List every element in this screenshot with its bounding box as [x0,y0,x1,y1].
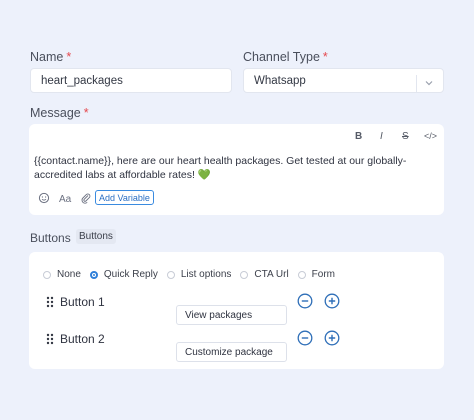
remove-button-icon[interactable] [297,293,313,309]
add-button-icon[interactable] [324,293,340,309]
select-divider [416,75,417,93]
radio-form[interactable]: Form [297,269,335,280]
name-input-value: heart_packages [41,74,123,87]
name-label: Name * [30,50,72,64]
channel-type-label: Channel Type * [243,50,328,64]
strikethrough-button[interactable]: S [402,131,409,142]
attachment-icon[interactable] [80,192,92,204]
radio-circle [297,270,306,279]
radio-list-options[interactable]: List options [166,269,231,280]
svg-text:Aa: Aa [59,194,72,204]
green-heart-emoji: 💚 [197,169,211,181]
add-button-icon[interactable] [324,330,340,346]
button-2-input[interactable]: Customize package [176,342,287,362]
bold-button[interactable]: B [355,131,362,142]
buttons-panel: None Quick Reply List options CTA Url Fo… [29,252,444,369]
message-editor[interactable]: B I S </> {{contact.name}}, here are our… [29,124,444,215]
add-variable-button[interactable]: Add Variable [95,190,154,205]
button-1-label: Button 1 [60,295,105,309]
radio-none[interactable]: None [43,269,81,280]
required-mark: * [322,50,328,64]
remove-button-icon[interactable] [297,330,313,346]
message-label: Message * [30,106,89,120]
required-mark: * [83,106,89,120]
buttons-label: Buttons [30,231,71,245]
radio-circle [166,270,175,279]
required-mark: * [66,50,72,64]
radio-quick-reply[interactable]: Quick Reply [89,269,158,280]
drag-handle-icon[interactable] [46,296,54,308]
message-body: {{contact.name}}, here are our heart hea… [34,155,407,181]
button-1-input[interactable]: View packages [176,305,287,325]
text-format-icon[interactable]: Aa [59,192,73,204]
message-text[interactable]: {{contact.name}}, here are our heart hea… [34,154,444,182]
channel-type-select[interactable]: Whatsapp [243,68,444,93]
chevron-down-icon[interactable] [423,77,435,89]
radio-circle [240,270,249,279]
italic-button[interactable]: I [380,131,383,142]
radio-cta-url[interactable]: CTA Url [240,269,289,280]
radio-circle [43,270,51,279]
button-type-radio-group: None Quick Reply List options CTA Url Fo… [43,269,344,280]
drag-handle-icon[interactable] [46,333,54,345]
buttons-chip: Buttons [76,229,116,244]
button-2-label: Button 2 [60,332,105,346]
channel-type-value: Whatsapp [254,74,306,87]
name-input[interactable]: heart_packages [30,68,232,93]
emoji-icon[interactable] [38,192,50,204]
code-button[interactable]: </> [424,131,437,141]
radio-circle-selected [89,270,98,279]
